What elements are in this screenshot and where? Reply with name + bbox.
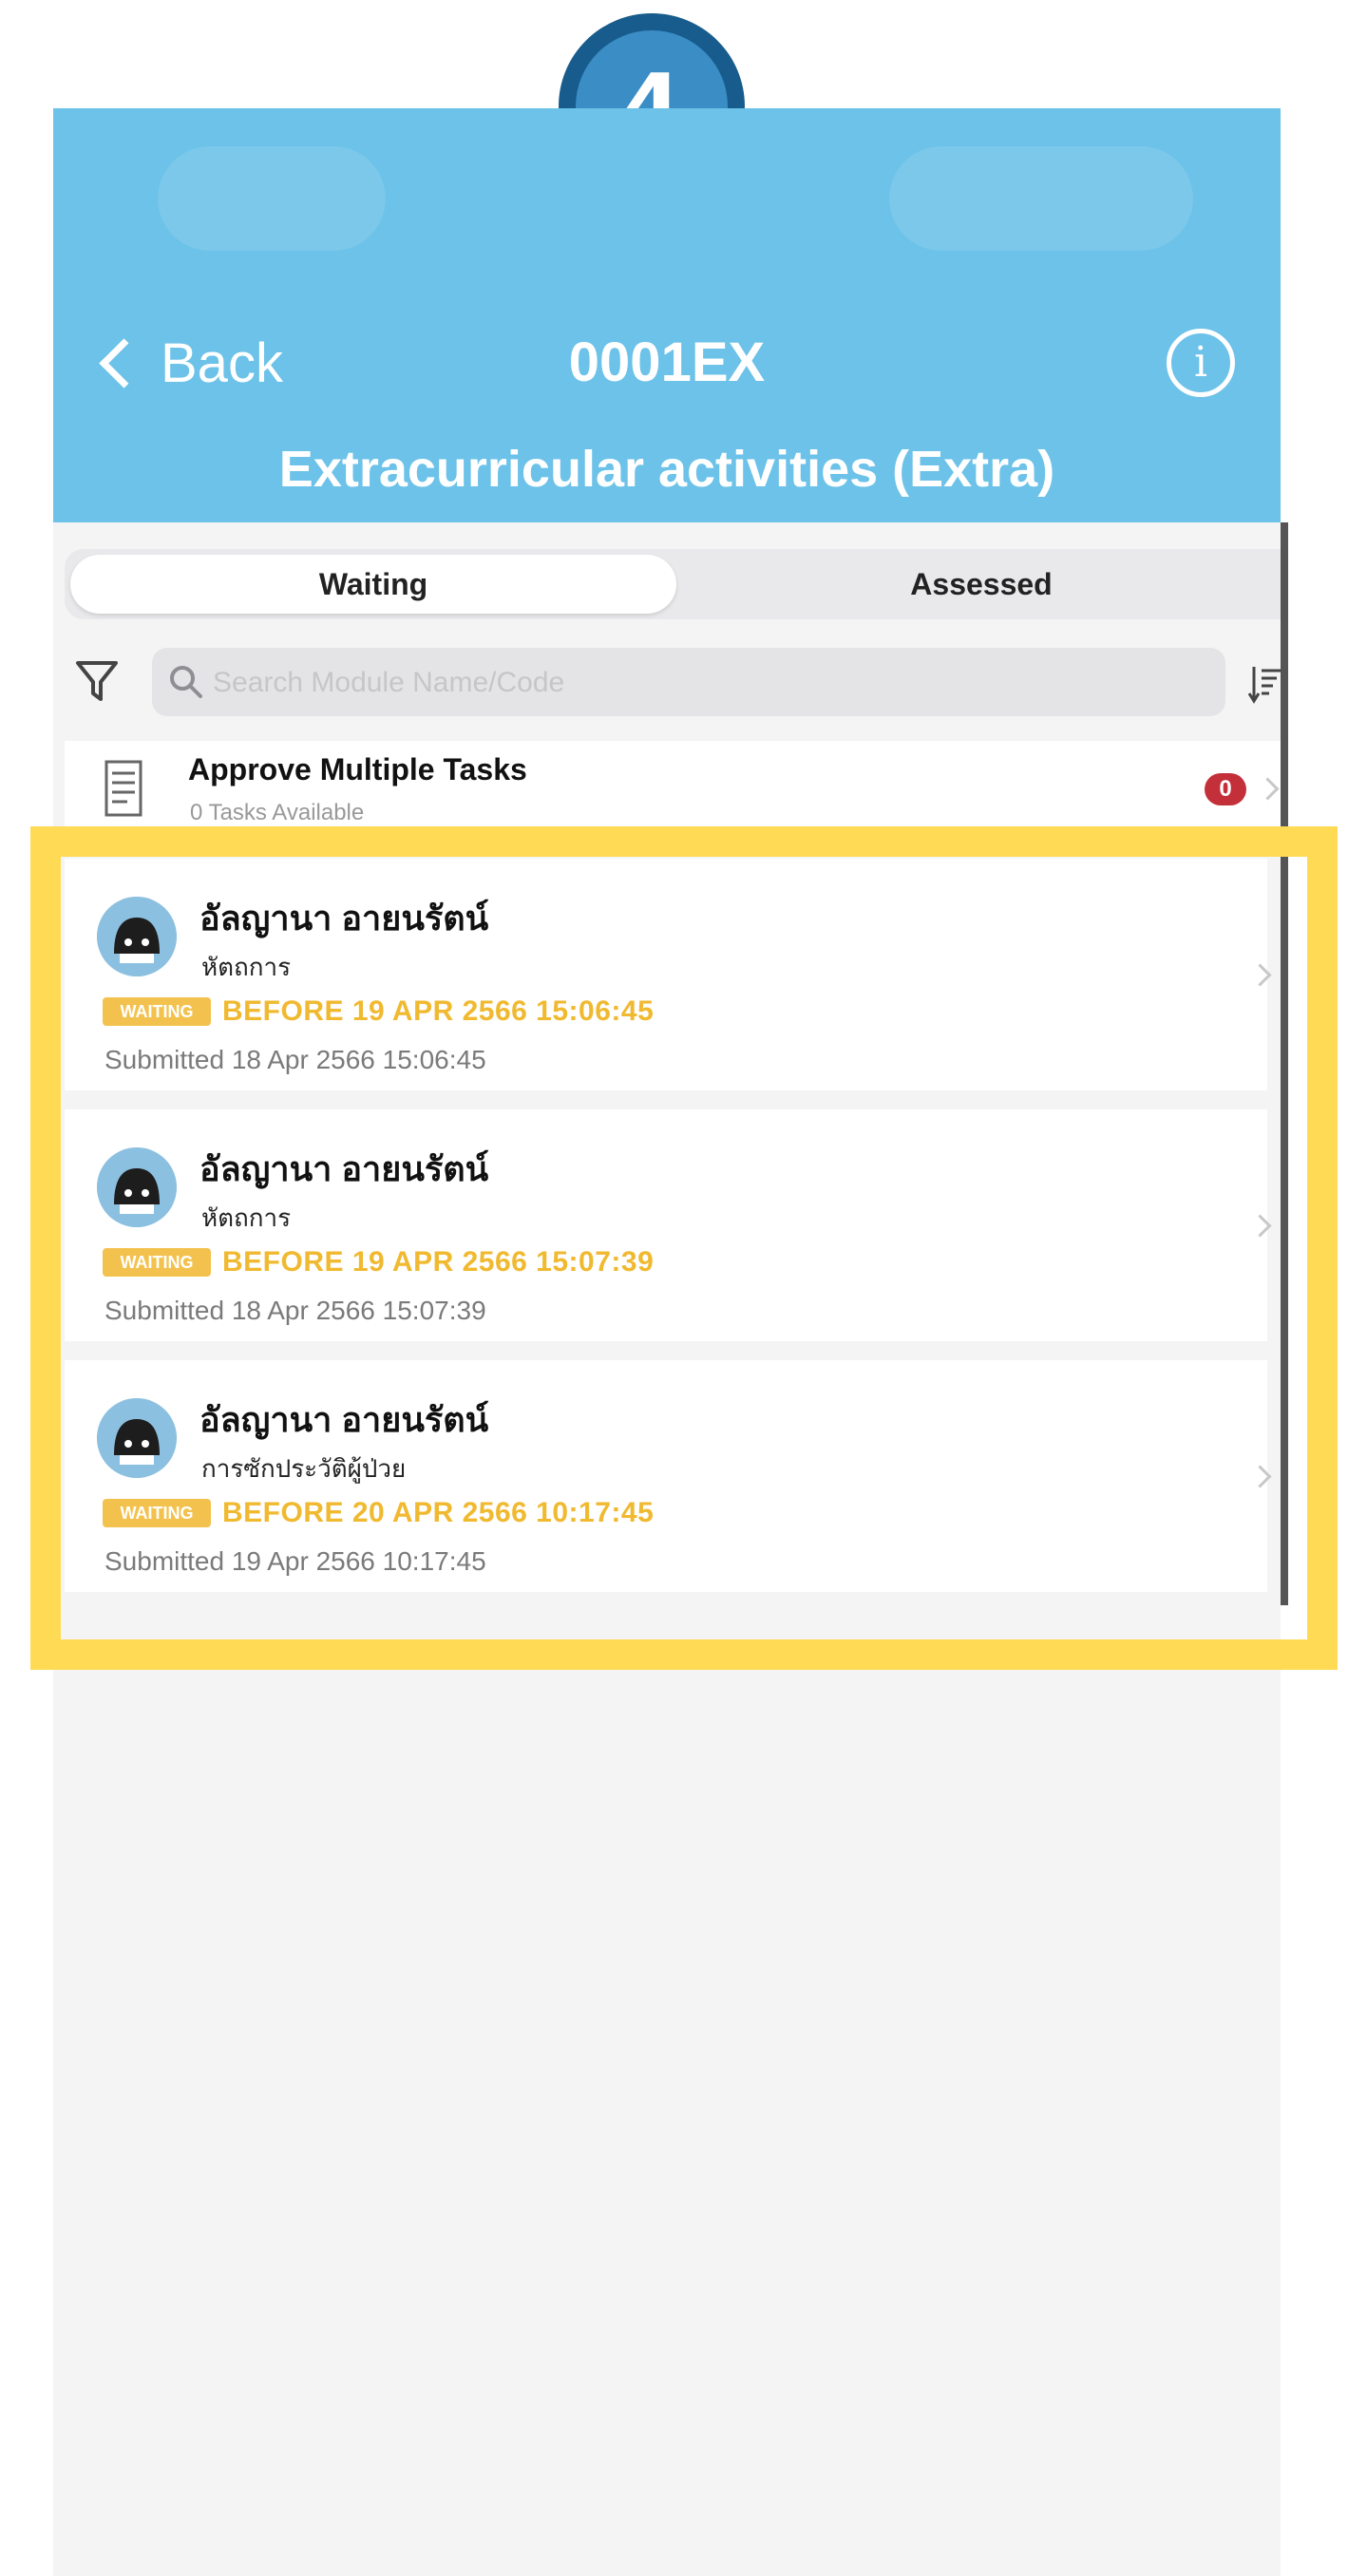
approve-title: Approve Multiple Tasks bbox=[188, 752, 527, 786]
tab-waiting[interactable]: Waiting bbox=[70, 555, 676, 614]
highlight-frame bbox=[30, 826, 1338, 1670]
approve-multiple-row[interactable]: Approve Multiple Tasks 0 Tasks Available… bbox=[65, 741, 1281, 836]
tab-bar: Waiting Assessed bbox=[65, 549, 1281, 619]
filter-icon[interactable] bbox=[74, 657, 120, 705]
page-title: Extracurricular activities (Extra) bbox=[278, 441, 1055, 498]
tab-assessed[interactable]: Assessed bbox=[682, 555, 1281, 614]
module-code: 0001EX bbox=[568, 331, 766, 393]
info-icon[interactable]: i bbox=[1167, 329, 1235, 397]
search-input[interactable] bbox=[211, 648, 1203, 718]
approve-subtitle: 0 Tasks Available bbox=[190, 800, 365, 825]
task-count-badge: 0 bbox=[1205, 773, 1246, 805]
header: Back 0001EX i Extracurricular activities… bbox=[53, 108, 1281, 522]
search-bar bbox=[152, 648, 1225, 718]
document-icon bbox=[104, 760, 142, 817]
search-icon bbox=[170, 666, 202, 698]
sort-icon[interactable] bbox=[1248, 663, 1281, 705]
chevron-right-icon bbox=[1256, 777, 1280, 801]
